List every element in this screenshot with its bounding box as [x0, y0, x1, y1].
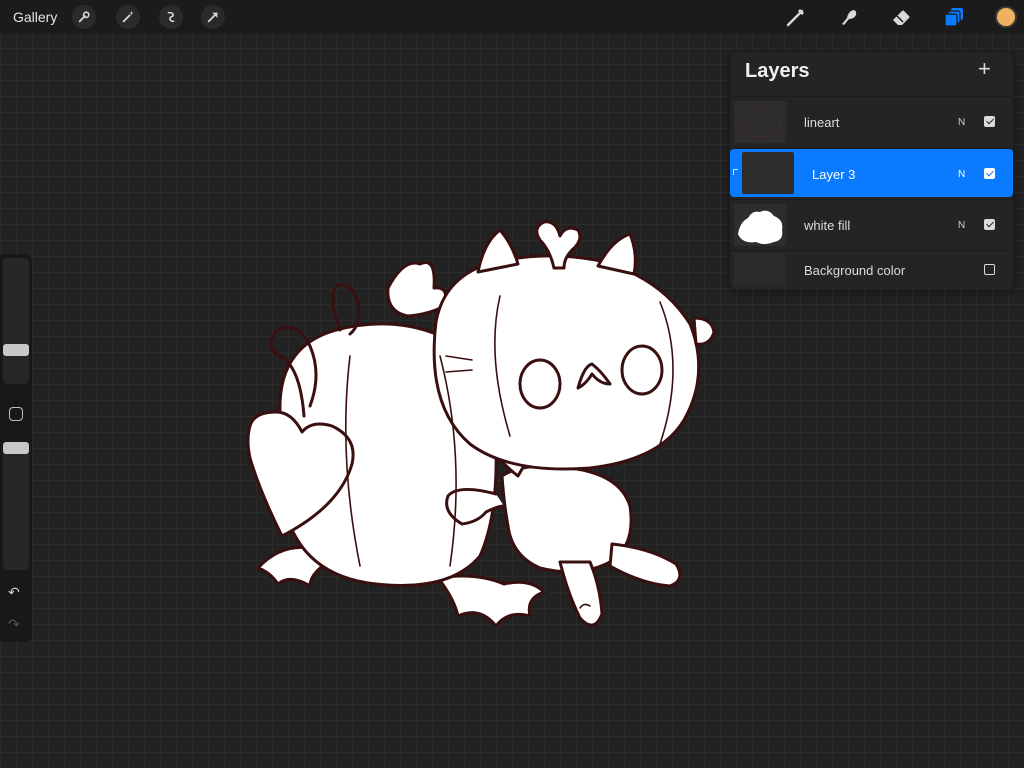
cat-eye-right [620, 344, 664, 396]
cat-leg-front [558, 560, 604, 627]
layer-row-background-color[interactable]: Background color [730, 250, 1013, 290]
selection-icon[interactable] [159, 5, 183, 29]
layers-panel-title: Layers [745, 60, 810, 82]
cat-ear-right [596, 232, 637, 276]
canvas-artwork[interactable] [240, 206, 720, 638]
layer-thumbnail [742, 152, 794, 194]
layer-visibility-checkbox[interactable] [984, 168, 995, 179]
blend-mode-button[interactable]: N [958, 220, 965, 231]
layer-visibility-checkbox[interactable] [984, 264, 995, 275]
gallery-button[interactable]: Gallery [13, 9, 57, 25]
layer-name: Background color [804, 263, 906, 278]
clipping-mask-icon [733, 169, 738, 175]
layer-visibility-checkbox[interactable] [984, 116, 995, 127]
layer-row-lineart[interactable]: lineart N [730, 96, 1013, 145]
layer-thumbnail [734, 253, 786, 287]
brush-size-slider[interactable] [3, 258, 29, 384]
blend-mode-button[interactable]: N [958, 117, 965, 128]
top-toolbar: Gallery [0, 0, 1024, 34]
layer-row-layer-3[interactable]: Layer 3 N [730, 148, 1013, 197]
magic-wand-icon[interactable] [116, 5, 140, 29]
pumpkin-tab [692, 316, 716, 346]
brush-icon[interactable] [783, 5, 809, 29]
cat-ear-left [476, 228, 520, 274]
wrench-icon[interactable] [72, 5, 96, 29]
procreate-workspace: Gallery ↶ ↷ Layers + lineart N Layer 3 N… [0, 0, 1024, 768]
layer-thumbnail [734, 204, 786, 246]
left-sidebar: ↶ ↷ [0, 254, 32, 642]
smudge-icon[interactable] [836, 5, 862, 29]
cat-eye-left [518, 358, 562, 410]
layer-visibility-checkbox[interactable] [984, 219, 995, 230]
layer-row-white-fill[interactable]: white fill N [730, 199, 1013, 248]
modify-button[interactable] [9, 407, 23, 421]
layers-icon[interactable] [941, 5, 967, 29]
opacity-slider[interactable] [3, 442, 29, 570]
eraser-icon[interactable] [888, 5, 914, 29]
vine-leaf-top [386, 261, 448, 318]
opacity-thumb[interactable] [3, 442, 29, 454]
pumpkin-leaf-bottom-right [436, 574, 546, 628]
layer-name: lineart [804, 115, 840, 130]
layers-panel: Layers + lineart N Layer 3 N white fill … [730, 52, 1013, 290]
layer-name: Layer 3 [812, 167, 856, 182]
cat-leg-back [608, 542, 682, 588]
layer-name: white fill [804, 218, 851, 233]
redo-icon[interactable]: ↷ [8, 617, 20, 631]
undo-icon[interactable]: ↶ [8, 585, 20, 599]
transform-icon[interactable] [201, 5, 225, 29]
brush-size-thumb[interactable] [3, 344, 29, 356]
layer-thumbnail [734, 101, 786, 143]
blend-mode-button[interactable]: N [958, 169, 965, 180]
color-picker-button[interactable] [995, 6, 1017, 28]
add-layer-button[interactable]: + [978, 58, 991, 80]
